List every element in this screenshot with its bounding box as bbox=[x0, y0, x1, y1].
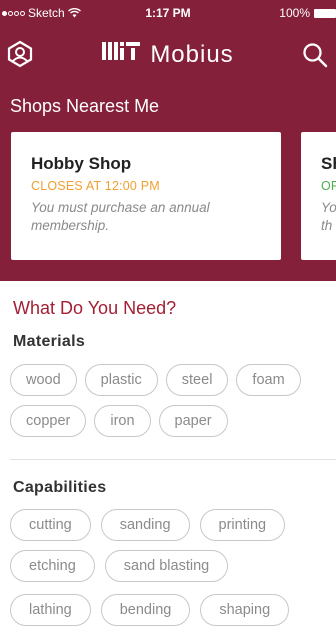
chip-row: wood plastic steel foam bbox=[10, 364, 336, 396]
search-icon[interactable] bbox=[302, 42, 328, 68]
nav-bar: Mobius bbox=[0, 22, 336, 80]
status-bar: Sketch 1:17 PM 100% bbox=[0, 0, 336, 22]
capabilities-title: Capabilities bbox=[13, 479, 107, 496]
chip-etching[interactable]: etching bbox=[10, 550, 95, 582]
chip-sanding[interactable]: sanding bbox=[100, 509, 190, 541]
chip-steel[interactable]: steel bbox=[165, 364, 229, 396]
section-divider bbox=[10, 459, 336, 460]
app-logo: Mobius bbox=[0, 40, 336, 69]
shop-description-line: th bbox=[321, 218, 333, 233]
shop-name: Hobby Shop bbox=[31, 154, 132, 173]
what-do-you-need-title: What Do You Need? bbox=[13, 298, 177, 318]
mit-logo-icon bbox=[102, 42, 141, 60]
chip-iron[interactable]: iron bbox=[94, 405, 151, 437]
shop-description: You must purchase an annual membership. bbox=[31, 200, 210, 233]
logo-mit bbox=[102, 40, 142, 69]
shop-name: Sh bbox=[321, 154, 336, 173]
shop-hours: CLOSES AT 12:00 PM bbox=[31, 179, 160, 193]
battery-label: 100% bbox=[279, 6, 310, 20]
status-right: 100% bbox=[279, 6, 336, 20]
battery-icon bbox=[314, 8, 336, 18]
chip-shaping[interactable]: shaping bbox=[200, 594, 290, 626]
chip-foam[interactable]: foam bbox=[236, 364, 301, 396]
capabilities-chips: cutting sanding printing etching sand bl… bbox=[10, 509, 336, 627]
materials-chips: wood plastic steel foam copper iron pape… bbox=[10, 364, 336, 446]
chip-paper[interactable]: paper bbox=[158, 405, 228, 437]
chip-copper[interactable]: copper bbox=[10, 405, 87, 437]
shop-description-line: Yo bbox=[321, 200, 336, 215]
chip-row: copper iron paper bbox=[10, 405, 336, 437]
nearest-shops-title: Shops Nearest Me bbox=[10, 96, 160, 116]
chip-sand-blasting[interactable]: sand blasting bbox=[104, 550, 229, 582]
chip-row: etching sand blasting bbox=[10, 550, 336, 582]
shop-hours: OP bbox=[321, 179, 336, 193]
chip-lathing[interactable]: lathing bbox=[10, 594, 91, 626]
shop-card[interactable]: Sh OP Yo th bbox=[301, 132, 336, 260]
chip-row: lathing bending shaping bbox=[10, 594, 336, 626]
shop-card[interactable]: Hobby Shop CLOSES AT 12:00 PM You must p… bbox=[11, 132, 281, 260]
chip-bending[interactable]: bending bbox=[100, 594, 191, 626]
chip-wood[interactable]: wood bbox=[10, 364, 77, 396]
shop-description: Yo th bbox=[321, 199, 336, 235]
chip-printing[interactable]: printing bbox=[199, 509, 286, 541]
header-region: Sketch 1:17 PM 100% Mobius Shops Nearest… bbox=[0, 0, 336, 281]
materials-title: Materials bbox=[13, 333, 86, 350]
shop-cards-carousel[interactable]: Hobby Shop CLOSES AT 12:00 PM You must p… bbox=[0, 132, 336, 262]
chip-row: cutting sanding printing bbox=[10, 509, 336, 541]
chip-plastic[interactable]: plastic bbox=[84, 364, 158, 396]
chip-cutting[interactable]: cutting bbox=[10, 509, 91, 541]
logo-mobius: Mobius bbox=[150, 40, 234, 68]
